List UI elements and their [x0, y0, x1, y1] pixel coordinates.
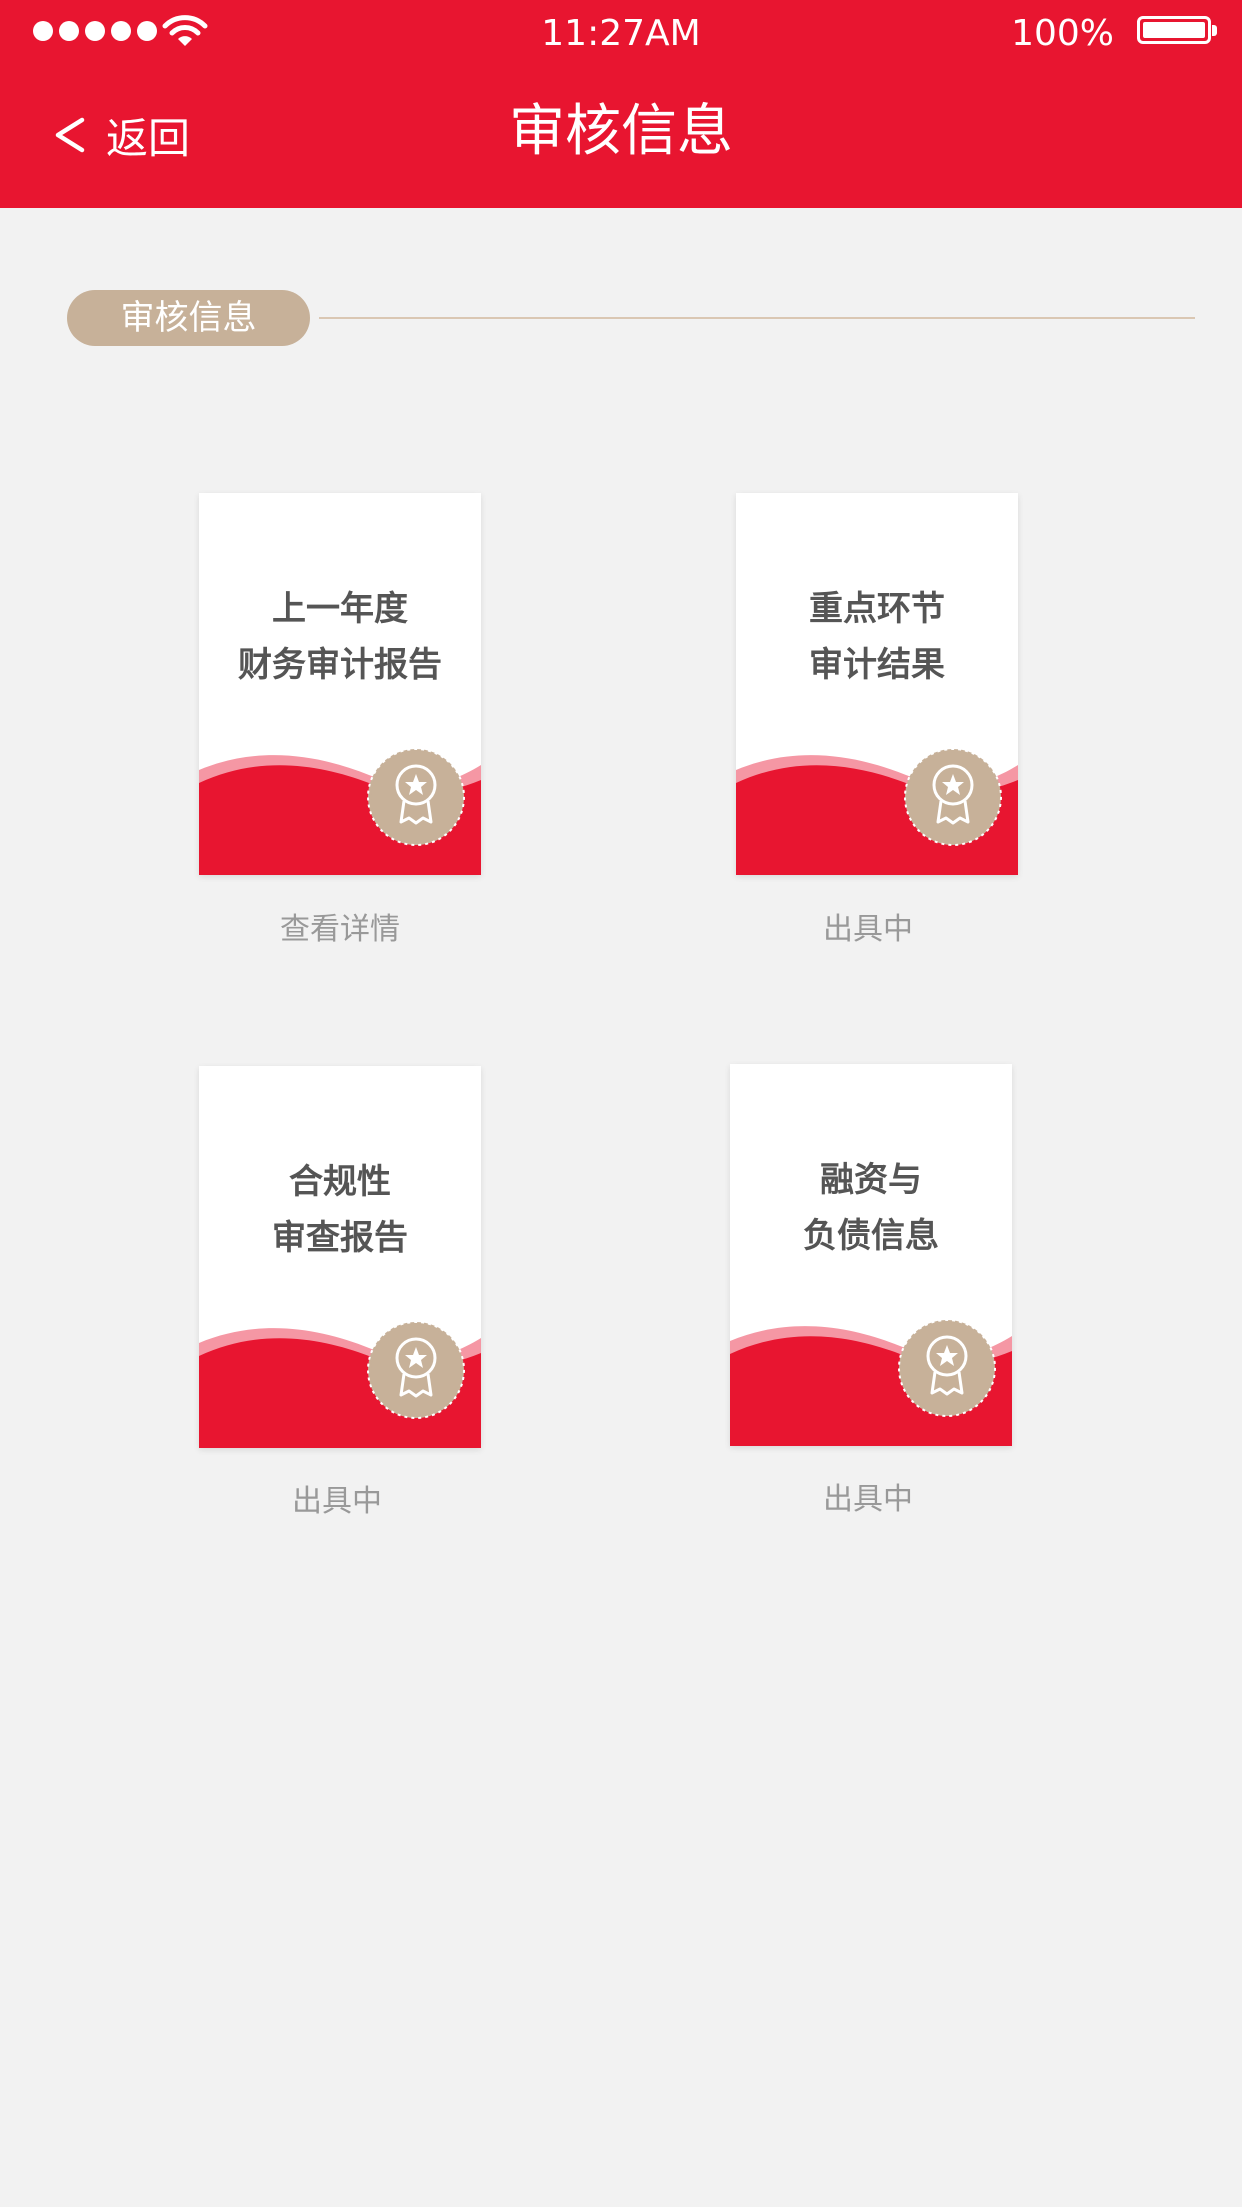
card-title: 合规性 审查报告	[199, 1154, 481, 1266]
card-title-line: 审计结果	[809, 645, 945, 685]
card-title-line: 财务审计报告	[238, 645, 442, 685]
medal-icon	[898, 1319, 996, 1417]
battery-tip	[1212, 25, 1217, 36]
card-face: 重点环节 审计结果	[736, 493, 1018, 875]
medal-icon	[367, 1321, 465, 1419]
card-status: 出具中	[823, 1482, 913, 1517]
medal-icon	[904, 748, 1002, 846]
card-title: 上一年度 财务审计报告	[199, 581, 481, 693]
page-title: 审核信息	[509, 99, 733, 164]
battery-icon	[1137, 16, 1211, 44]
card-status: 出具中	[292, 1484, 382, 1519]
card-title-line: 负债信息	[803, 1216, 939, 1256]
card-key-audit-results[interactable]: 重点环节 审计结果	[736, 493, 1018, 875]
section-label: 审核信息	[67, 290, 310, 346]
section-header: 审核信息	[67, 290, 1195, 346]
card-financial-audit[interactable]: 上一年度 财务审计报告	[199, 493, 481, 875]
card-status: 出具中	[823, 912, 913, 947]
card-title-line: 合规性	[289, 1162, 391, 1202]
battery-percentage: 100%	[1011, 13, 1114, 54]
status-bar: 11:27AM 100%	[0, 0, 1242, 64]
card-financing-liabilities[interactable]: 融资与 负债信息	[730, 1064, 1012, 1446]
card-title-line: 审查报告	[272, 1218, 408, 1258]
app-header: 11:27AM 100% 返回 审核信息	[0, 0, 1242, 208]
section-divider	[319, 317, 1195, 319]
card-title-line: 上一年度	[272, 589, 408, 629]
card-face: 合规性 审查报告	[199, 1066, 481, 1448]
card-title-line: 重点环节	[809, 589, 945, 629]
card-title-line: 融资与	[820, 1160, 922, 1200]
nav-bar: 返回 审核信息	[0, 64, 1242, 208]
medal-icon	[367, 748, 465, 846]
card-status[interactable]: 查看详情	[190, 910, 490, 950]
card-compliance-review[interactable]: 合规性 审查报告	[199, 1066, 481, 1448]
card-face: 融资与 负债信息	[730, 1064, 1012, 1446]
card-title: 融资与 负债信息	[730, 1152, 1012, 1264]
card-title: 重点环节 审计结果	[736, 581, 1018, 693]
card-face: 上一年度 财务审计报告	[199, 493, 481, 875]
